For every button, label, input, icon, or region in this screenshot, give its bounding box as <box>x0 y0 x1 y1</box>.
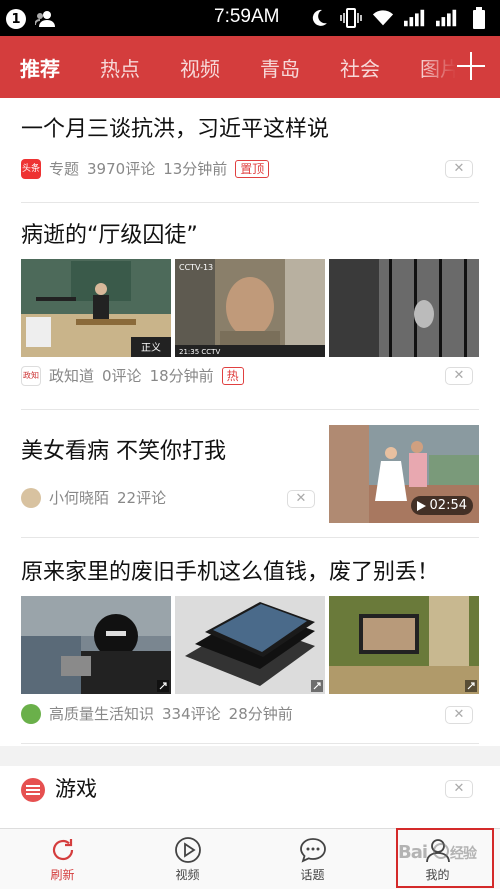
wifi-icon <box>372 7 394 29</box>
dismiss-button[interactable]: ✕ <box>445 367 473 385</box>
svg-text:Bai: Bai <box>398 842 427 863</box>
comment-count: 3970评论 <box>87 160 156 178</box>
dismiss-button[interactable]: ✕ <box>287 490 315 508</box>
baidu-watermark: Bai 经验 <box>398 838 488 868</box>
play-icon <box>416 500 426 511</box>
video-thumbnail[interactable]: 02:54 <box>329 425 479 523</box>
tab-society[interactable]: 社会 <box>320 53 400 82</box>
comment-count: 334评论 <box>162 705 221 723</box>
nav-label: 视频 <box>175 867 200 882</box>
publish-time: 13分钟前 <box>163 160 228 178</box>
news-photo-phone-on-stand[interactable] <box>329 596 479 694</box>
section-title: 游戏 <box>55 777 97 801</box>
tab-hot[interactable]: 热点 <box>80 53 160 82</box>
vibrate-icon <box>340 7 362 29</box>
news-photo-courtroom[interactable]: 正义 <box>21 259 171 357</box>
article-title[interactable]: 病逝的“厅级囚徒” <box>21 221 198 251</box>
dismiss-button[interactable]: ✕ <box>445 706 473 724</box>
toutiao-source-icon: 头条 <box>21 158 41 179</box>
svg-text:经验: 经验 <box>450 845 478 862</box>
duration-text: 02:54 <box>429 498 467 513</box>
clock: 7:59AM <box>214 6 280 27</box>
news-photo-phones[interactable] <box>175 596 325 694</box>
nav-label: 刷新 <box>50 867 75 882</box>
comment-count: 22评论 <box>117 489 167 507</box>
author-avatar <box>21 487 41 508</box>
add-channel-button[interactable] <box>454 49 488 83</box>
svg-text:CCTV-13: CCTV-13 <box>179 263 213 272</box>
nav-label: 话题 <box>300 867 325 882</box>
svg-text:21:35 CCTV: 21:35 CCTV <box>179 348 220 356</box>
battery-icon <box>468 7 490 29</box>
tab-qingdao[interactable]: 青岛 <box>240 53 320 82</box>
play-icon <box>174 836 201 863</box>
source-name: 专题 <box>49 160 80 178</box>
tab-recommend[interactable]: 推荐 <box>0 53 80 82</box>
news-photo-elderly-man[interactable]: 21:35 CCTV CCTV-13 <box>175 259 325 357</box>
game-icon <box>21 778 45 802</box>
article-title[interactable]: 原来家里的废旧手机这么值钱，废了别丢！ <box>21 558 439 588</box>
signal-1-icon <box>404 7 426 29</box>
dismiss-button[interactable]: ✕ <box>445 160 473 178</box>
source-name: 高质量生活知识 <box>49 705 155 723</box>
video-duration: 02:54 <box>410 496 473 515</box>
publish-time: 28分钟前 <box>228 705 293 723</box>
feed-item[interactable]: 一个月三谈抗洪，习近平这样说 头条 专题 3970评论 13分钟前 置顶 ✕ <box>21 98 479 203</box>
tab-video[interactable]: 视频 <box>160 53 240 82</box>
article-title[interactable]: 一个月三谈抗洪，习近平这样说 <box>21 115 329 145</box>
news-photo-prison-bars[interactable] <box>329 259 479 357</box>
source-name: 小何晓陌 <box>49 489 110 507</box>
signal-2-icon <box>436 7 458 29</box>
article-meta: 高质量生活知识 334评论 28分钟前 <box>21 703 293 724</box>
article-meta: 政知 政知道 0评论 18分钟前 热 <box>21 365 244 386</box>
source-name: 政知道 <box>49 367 95 385</box>
publish-time: 18分钟前 <box>149 367 214 385</box>
news-photo-masked-man[interactable] <box>21 596 171 694</box>
notification-count-badge: 1 <box>6 9 26 29</box>
article-title[interactable]: 美女看病 不笑你打我 <box>21 437 226 467</box>
expand-icon <box>157 680 169 692</box>
image-row <box>21 596 479 694</box>
article-meta: 头条 专题 3970评论 13分钟前 置顶 <box>21 158 270 179</box>
expand-icon <box>465 680 477 692</box>
refresh-icon <box>52 838 73 860</box>
moon-icon <box>308 7 330 29</box>
article-meta: 小何晓陌 22评论 <box>21 487 166 508</box>
section-separator <box>0 746 500 766</box>
feed-item[interactable]: 病逝的“厅级囚徒” 正义 21:35 CCTV CCTV-13 政知 政知道 0… <box>21 203 479 410</box>
nav-refresh[interactable]: 刷新 <box>0 829 125 889</box>
expand-icon <box>311 680 323 692</box>
lifestyle-source-icon <box>21 703 41 724</box>
comment-count: 0评论 <box>102 367 142 385</box>
pinned-tag: 置顶 <box>235 159 270 178</box>
zhengzhi-source-icon: 政知 <box>21 365 41 386</box>
status-bar: 1 7:59AM <box>0 0 500 36</box>
feed-item[interactable]: 美女看病 不笑你打我 小何晓陌 22评论 ✕ 02:54 <box>21 410 479 538</box>
feed-item[interactable]: 原来家里的废旧手机这么值钱，废了别丢！ 高质量生活知识 334评论 28分钟前 … <box>21 538 479 744</box>
contacts-icon <box>34 8 56 30</box>
hot-tag: 热 <box>221 366 244 385</box>
chat-icon <box>299 837 326 863</box>
nav-topics[interactable]: 话题 <box>250 829 375 889</box>
nav-video[interactable]: 视频 <box>125 829 250 889</box>
dismiss-button[interactable]: ✕ <box>445 780 473 798</box>
game-section-header[interactable]: 游戏 ✕ <box>21 766 479 828</box>
image-row: 正义 21:35 CCTV CCTV-13 <box>21 259 479 357</box>
svg-text:正义: 正义 <box>141 342 161 354</box>
channel-tab-bar: 推荐 热点 视频 青岛 社会 图片 <box>0 36 500 98</box>
